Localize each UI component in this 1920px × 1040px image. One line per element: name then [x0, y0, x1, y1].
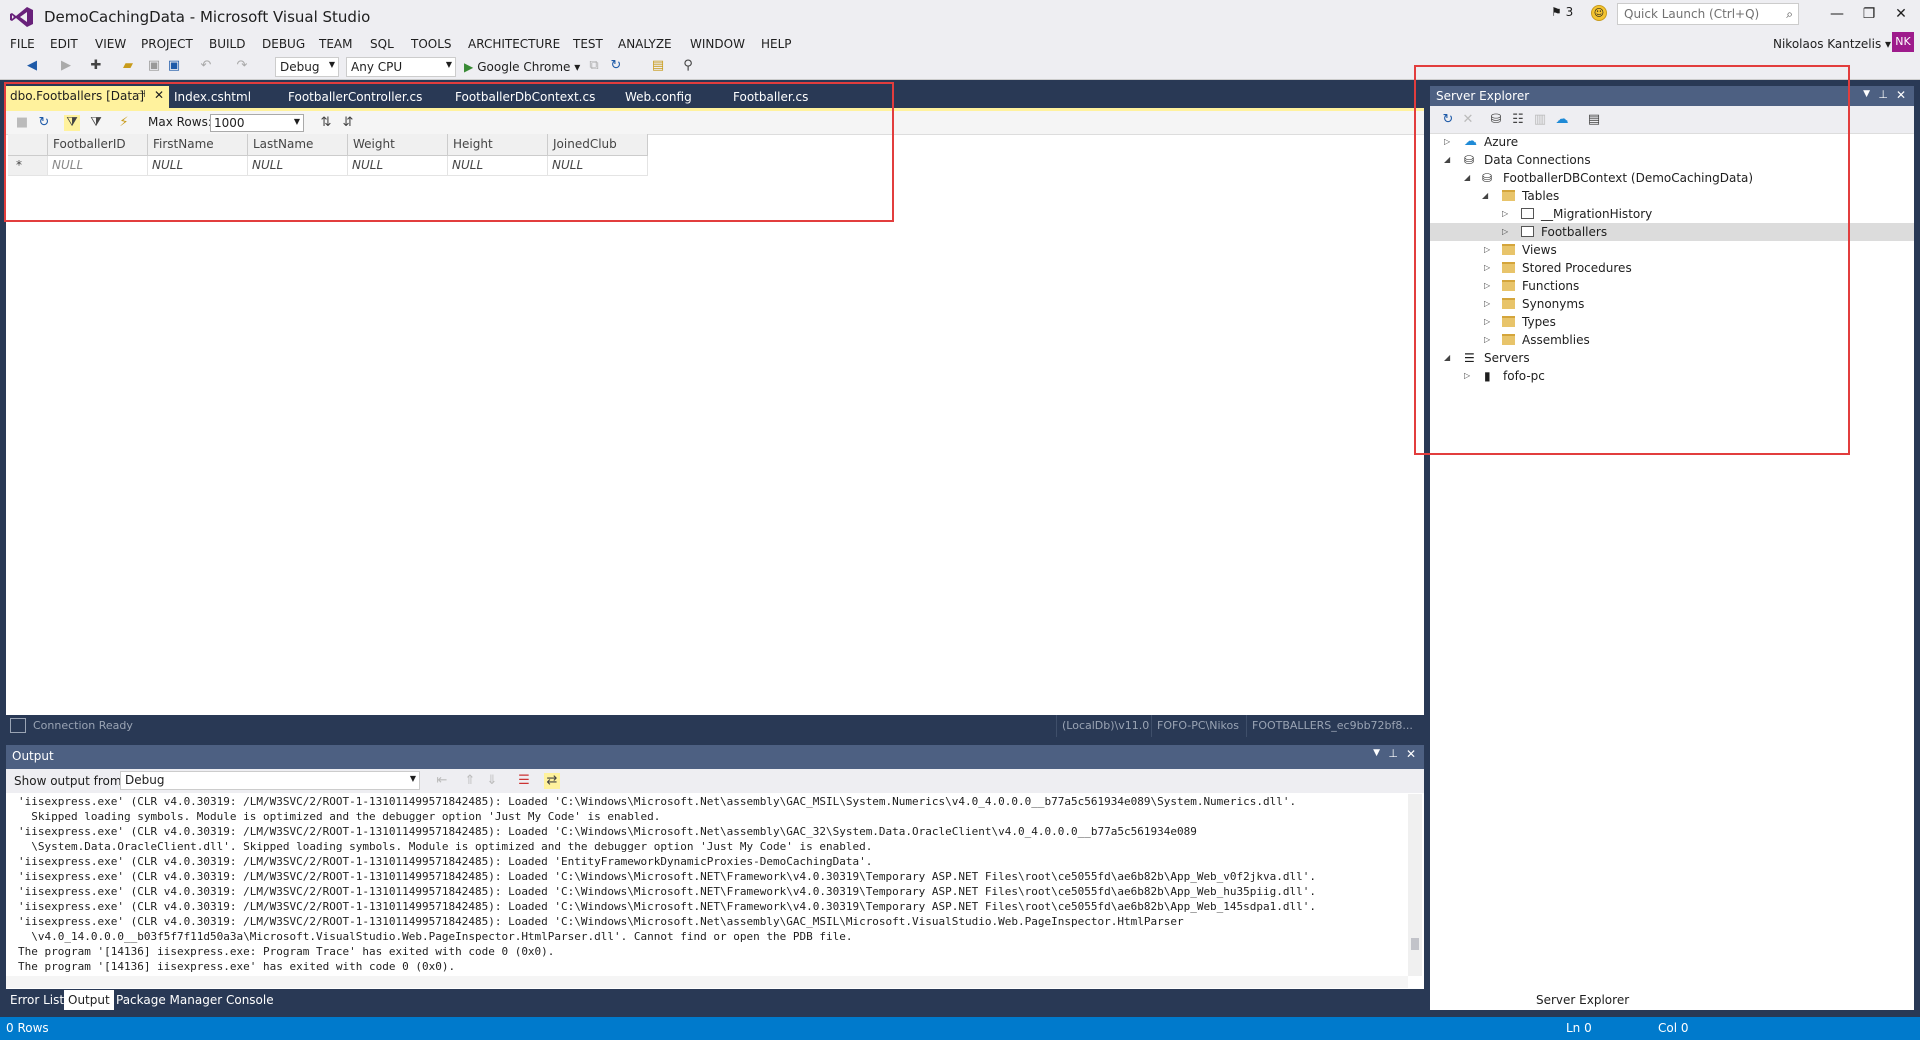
browser-link-icon[interactable]: ⧉	[586, 58, 602, 74]
notification-count: 3	[1565, 5, 1574, 19]
undo-icon[interactable]: ↶	[198, 58, 214, 74]
find-in-files-icon[interactable]: ▤	[650, 58, 666, 74]
window-title: DemoCachingData - Microsoft Visual Studi…	[44, 8, 371, 26]
vertical-scrollbar[interactable]	[1408, 794, 1422, 976]
connection-database: FOOTBALLERS_ec9bb72bf8...	[1246, 715, 1422, 737]
highlight-box-server-explorer	[1414, 65, 1850, 455]
output-panel-title-bar: Output ▼ ⊥ ✕	[6, 745, 1424, 769]
output-log-text[interactable]: 'iisexpress.exe' (CLR v4.0.30319: /LM/W3…	[18, 794, 1398, 976]
connection-status: Connection Ready	[33, 719, 133, 732]
find-icon[interactable]: ⚲	[680, 58, 696, 74]
connection-server: (LocalDb)\v11.0	[1056, 715, 1154, 737]
show-output-from-label: Show output from:	[14, 774, 126, 788]
pin-icon[interactable]: ⊥	[1388, 747, 1398, 760]
tab-server-explorer[interactable]: Server Explorer	[1532, 990, 1634, 1010]
menu-help[interactable]: HELP	[761, 34, 792, 54]
next-message-icon[interactable]: ⇓	[484, 773, 500, 789]
run-target-label: Google Chrome	[477, 60, 571, 74]
navigate-back-icon[interactable]: ◀	[24, 58, 40, 74]
menu-analyze[interactable]: ANALYZE	[618, 34, 672, 54]
menu-view[interactable]: VIEW	[95, 34, 126, 54]
quick-launch-placeholder: Quick Launch (Ctrl+Q)	[1624, 7, 1760, 21]
visual-studio-logo-icon	[10, 7, 33, 27]
window-menu-icon[interactable]: ▼	[1373, 748, 1380, 758]
output-source-select[interactable]: Debug ▼	[120, 771, 420, 790]
avatar[interactable]: NK	[1892, 32, 1914, 52]
start-debugging-button[interactable]: ▶ Google Chrome ▾	[464, 57, 580, 77]
solution-platform-select[interactable]: Any CPU ▼	[346, 57, 456, 77]
menu-project[interactable]: PROJECT	[141, 34, 193, 54]
solution-config-select[interactable]: Debug ▼	[275, 57, 339, 77]
menu-test[interactable]: TEST	[573, 34, 603, 54]
chevron-down-icon: ▼	[445, 60, 452, 69]
scroll-thumb[interactable]	[1411, 938, 1419, 950]
tab-error-list[interactable]: Error List	[6, 990, 68, 1010]
close-icon[interactable]: ✕	[1896, 88, 1906, 102]
redo-icon[interactable]: ↷	[234, 58, 250, 74]
horizontal-scrollbar[interactable]	[6, 976, 1408, 988]
restore-button[interactable]: ❐	[1854, 3, 1884, 25]
chevron-down-icon: ▼	[409, 774, 416, 783]
close-window-button[interactable]: ✕	[1886, 3, 1916, 25]
quick-launch-input[interactable]: Quick Launch (Ctrl+Q) ⌕	[1617, 3, 1799, 25]
user-name-label: Nikolaos Kantzelis	[1773, 37, 1882, 51]
menu-debug[interactable]: DEBUG	[262, 34, 305, 54]
solution-platform-value: Any CPU	[351, 60, 403, 74]
menu-window[interactable]: WINDOW	[690, 34, 745, 54]
clear-all-icon[interactable]: ☰	[516, 773, 532, 789]
close-icon[interactable]: ✕	[1406, 747, 1416, 761]
search-icon[interactable]: ⌕	[1786, 7, 1793, 22]
navigate-forward-icon[interactable]: ▶	[58, 58, 74, 74]
notifications-flag[interactable]: ⚑ 3	[1551, 5, 1573, 19]
menu-edit[interactable]: EDIT	[50, 34, 78, 54]
status-line: Ln 0	[1566, 1021, 1592, 1035]
window-menu-icon[interactable]: ▼	[1863, 89, 1870, 99]
status-column: Col 0	[1658, 1021, 1689, 1035]
save-all-icon[interactable]: ▣	[166, 58, 182, 74]
menu-build[interactable]: BUILD	[209, 34, 245, 54]
feedback-smiley-icon[interactable]: ☺	[1591, 5, 1607, 21]
connection-status-bar: Connection Ready (LocalDb)\v11.0 FOFO-PC…	[6, 715, 1424, 737]
open-file-icon[interactable]: ▰	[120, 58, 136, 74]
output-title: Output	[12, 749, 54, 763]
word-wrap-icon[interactable]: ⇄	[544, 773, 560, 789]
menu-sql[interactable]: SQL	[370, 34, 394, 54]
tab-output[interactable]: Output	[64, 990, 114, 1010]
play-icon: ▶	[464, 60, 474, 74]
tab-solution-explorer[interactable]: Solution Explorer	[1434, 990, 1545, 1010]
chevron-down-icon: ▼	[328, 60, 335, 69]
status-bar: 0 Rows Ln 0 Col 0	[0, 1017, 1920, 1040]
menu-architecture[interactable]: ARCHITECTURE	[468, 34, 560, 54]
menu-tools[interactable]: TOOLS	[411, 34, 452, 54]
status-rows: 0 Rows	[6, 1021, 49, 1035]
menu-team[interactable]: TEAM	[319, 34, 352, 54]
tab-package-manager-console[interactable]: Package Manager Console	[112, 990, 278, 1010]
menu-file[interactable]: FILE	[10, 34, 35, 54]
connection-user: FOFO-PC\Nikos	[1151, 715, 1244, 737]
prev-message-icon[interactable]: ⇑	[462, 773, 478, 789]
solution-config-value: Debug	[280, 60, 320, 74]
refresh-browser-icon[interactable]: ↻	[608, 58, 624, 74]
output-source-value: Debug	[125, 773, 165, 787]
pin-icon[interactable]: ⊥	[1878, 88, 1888, 101]
minimize-button[interactable]: —	[1822, 3, 1852, 25]
new-project-icon[interactable]: ✚	[88, 58, 104, 74]
user-account-name[interactable]: Nikolaos Kantzelis ▾	[1773, 34, 1891, 54]
flag-icon: ⚑	[1551, 5, 1562, 19]
highlight-box-data-editor	[4, 82, 894, 222]
menu-bar: FILE EDIT VIEW PROJECT BUILD DEBUG TEAM …	[0, 34, 1920, 54]
goto-source-icon[interactable]: ⇤	[434, 773, 450, 789]
connection-icon	[10, 718, 26, 733]
save-icon[interactable]: ▣	[146, 58, 162, 74]
